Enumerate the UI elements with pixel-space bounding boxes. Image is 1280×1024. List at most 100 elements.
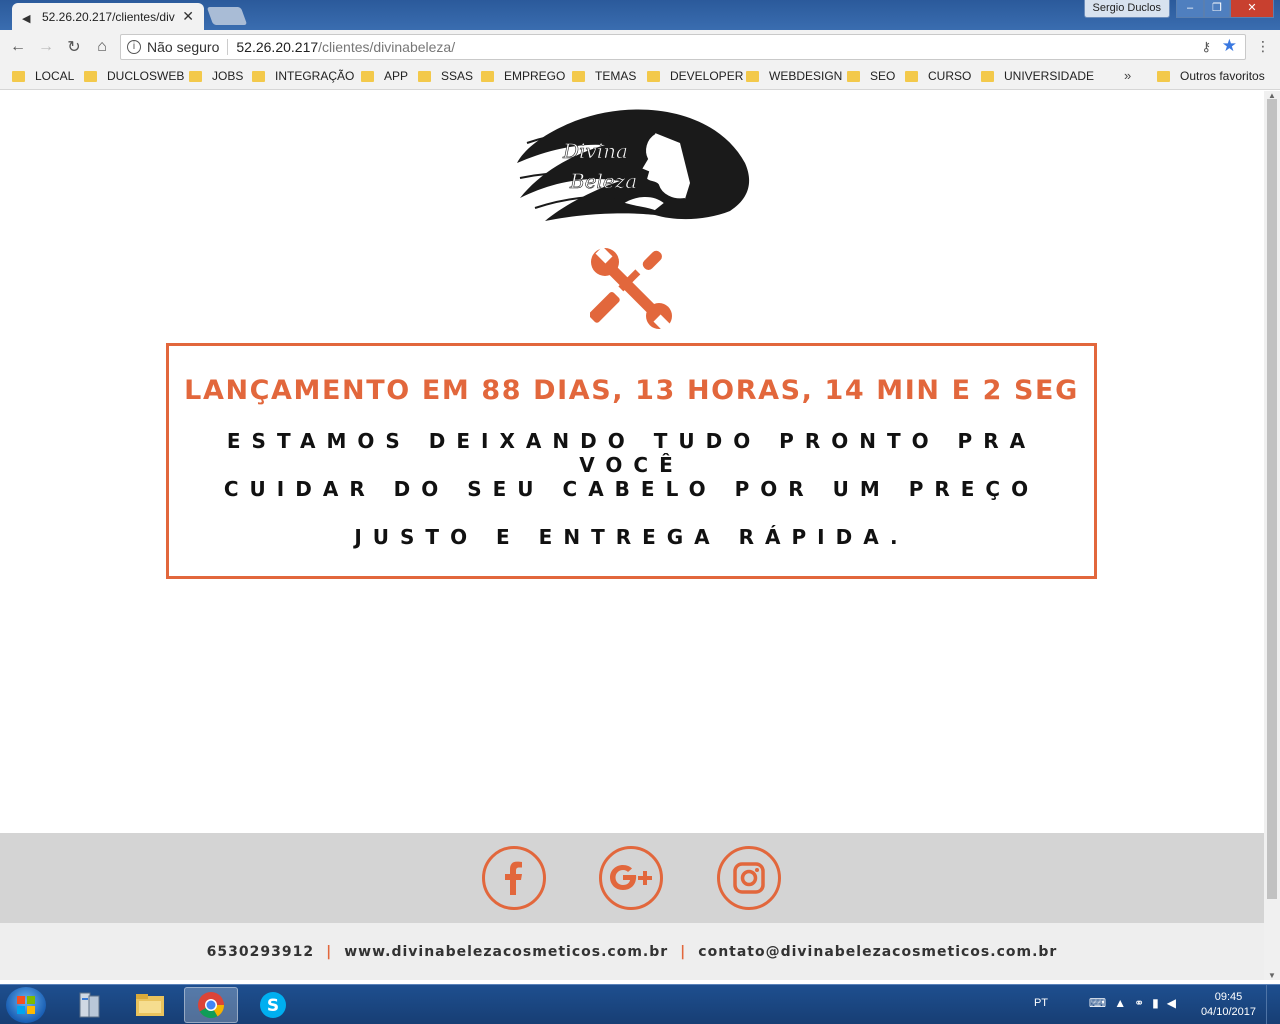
bookmark-label: APP: [384, 69, 409, 83]
bookmark-folder[interactable]: JOBS: [189, 69, 243, 83]
instagram-link[interactable]: [717, 846, 781, 910]
close-window-button[interactable]: ✕: [1230, 0, 1274, 18]
folder-icon: [136, 994, 164, 1016]
message-line: JUSTO E ENTREGA RÁPIDA.: [354, 525, 909, 549]
bookmark-label: EMPREGO: [504, 69, 566, 83]
bookmark-folder[interactable]: UNIVERSIDADE: [981, 69, 1094, 83]
bookmark-label: INTEGRAÇÃO: [275, 69, 355, 83]
bookmark-label: SSAS: [441, 69, 474, 83]
menu-icon[interactable]: ⋮: [1256, 38, 1270, 55]
email-link[interactable]: contato@divinabelezacosmeticos.com.br: [698, 944, 1057, 960]
folder-icon: [905, 70, 918, 82]
bookmark-folder[interactable]: WEBDESIGN: [746, 69, 842, 83]
folder-icon: [1157, 70, 1170, 82]
folder-icon: [12, 70, 25, 82]
tab-title: 52.26.20.217/clientes/div: [42, 9, 175, 24]
bookmark-folder[interactable]: DEVELOPER: [647, 69, 743, 83]
tab-close-icon[interactable]: ✕: [182, 8, 194, 25]
divina-beleza-logo: Divina Beleza: [517, 109, 750, 221]
bookmark-star-icon[interactable]: ★: [1222, 36, 1237, 56]
bookmark-label: DEVELOPER: [670, 69, 744, 83]
taskbar-app-server-manager[interactable]: [62, 987, 116, 1023]
info-icon[interactable]: i: [127, 40, 141, 54]
bookmark-folder[interactable]: SSAS: [418, 69, 473, 83]
maximize-button[interactable]: ❐: [1204, 0, 1230, 18]
bookmark-folder[interactable]: INTEGRAÇÃO: [252, 69, 354, 83]
chrome-icon: [198, 992, 225, 1019]
folder-icon: [847, 70, 860, 82]
bookmark-folder[interactable]: CURSO: [905, 69, 971, 83]
launch-countdown: LANÇAMENTO EM 88 DIAS, 13 HORAS, 14 MIN …: [184, 375, 1079, 406]
browser-toolbar: ← → ↻ ⌂ i Não seguro 52.26.20.217/client…: [0, 30, 1280, 64]
contact-footer: 6530293912 | www.divinabelezacosmeticos.…: [0, 923, 1264, 980]
folder-icon: [647, 70, 660, 82]
facebook-link[interactable]: [482, 846, 546, 910]
folder-icon: [481, 70, 494, 82]
page-favicon-icon: ◀: [22, 12, 31, 25]
language-indicator[interactable]: PT: [1034, 997, 1048, 1009]
forward-arrow-icon[interactable]: →: [32, 38, 60, 56]
server-manager-icon: [79, 992, 100, 1018]
key-icon[interactable]: ⚷: [1201, 39, 1211, 55]
google-plus-icon: [610, 865, 652, 890]
security-label[interactable]: Não seguro: [147, 39, 219, 55]
address-bar[interactable]: i Não seguro 52.26.20.217/clientes/divin…: [120, 34, 1246, 60]
bookmark-label: Outros favoritos: [1180, 69, 1265, 83]
more-bookmarks-button[interactable]: »: [1124, 68, 1131, 83]
clock[interactable]: 09:45 04/10/2017: [1201, 990, 1256, 1020]
start-button[interactable]: [6, 987, 46, 1023]
bookmark-folder[interactable]: TEMAS: [572, 69, 636, 83]
instagram-icon: [733, 862, 765, 894]
screen: ◀ 52.26.20.217/clientes/div ✕ Sergio Duc…: [0, 0, 1280, 1024]
bookmark-folder[interactable]: LOCAL: [12, 69, 74, 83]
message-line: CUIDAR DO SEU CABELO POR UM PREÇO: [223, 477, 1040, 501]
folder-icon: [572, 70, 585, 82]
folder-icon: [418, 70, 431, 82]
folder-icon: [361, 70, 374, 82]
folder-icon: [189, 70, 202, 82]
wrench-screwdriver-icon: [590, 246, 672, 330]
taskbar-app-skype[interactable]: S: [246, 987, 300, 1023]
announcement-box: LANÇAMENTO EM 88 DIAS, 13 HORAS, 14 MIN …: [166, 343, 1097, 579]
bookmark-label: DUCLOSWEB: [107, 69, 185, 83]
taskbar-app-chrome[interactable]: [184, 987, 238, 1023]
bookmark-folder[interactable]: EMPREGO: [481, 69, 565, 83]
show-desktop-button[interactable]: [1266, 985, 1280, 1024]
other-bookmarks-folder[interactable]: Outros favoritos: [1157, 69, 1265, 83]
back-arrow-icon[interactable]: ←: [4, 38, 32, 56]
footer-separator: |: [326, 943, 333, 960]
windows-taskbar: S PT ⌨▲⚭▮◀ 09:45 04/10/2017: [0, 984, 1280, 1024]
svg-text:S: S: [267, 996, 279, 1016]
bookmark-label: CURSO: [928, 69, 972, 83]
folder-icon: [84, 70, 97, 82]
reload-icon[interactable]: ↻: [60, 37, 88, 57]
social-footer: [0, 833, 1264, 923]
bookmark-label: WEBDESIGN: [769, 69, 843, 83]
browser-tab[interactable]: ◀ 52.26.20.217/clientes/div ✕: [12, 3, 204, 30]
url-path: /clientes/divinabeleza/: [318, 39, 456, 55]
bookmark-folder[interactable]: DUCLOSWEB: [84, 69, 184, 83]
minimize-button[interactable]: –: [1176, 0, 1204, 18]
scrollbar-thumb[interactable]: [1267, 99, 1277, 899]
google-plus-link[interactable]: [599, 846, 663, 910]
bookmark-folder[interactable]: SEO: [847, 69, 895, 83]
bookmark-label: TEMAS: [595, 69, 637, 83]
page-content: Divina Beleza LANÇAMENTO EM 88 DIAS, 13 …: [0, 91, 1264, 980]
title-bar: ◀ 52.26.20.217/clientes/div ✕ Sergio Duc…: [0, 0, 1280, 30]
scroll-down-arrow-icon[interactable]: ▼: [1268, 971, 1276, 980]
windows-logo-icon: [17, 996, 35, 1014]
message-line: ESTAMOS DEIXANDO TUDO PRONTO PRA VOCÊ: [226, 429, 1037, 477]
profile-button[interactable]: Sergio Duclos: [1083, 0, 1170, 18]
taskbar-app-file-explorer[interactable]: [123, 987, 177, 1023]
bookmark-label: JOBS: [212, 69, 244, 83]
bookmark-label: UNIVERSIDADE: [1004, 69, 1095, 83]
skype-icon: S: [260, 992, 286, 1018]
vertical-scrollbar[interactable]: ▲ ▼: [1264, 91, 1280, 980]
bookmark-label: LOCAL: [35, 69, 75, 83]
home-icon[interactable]: ⌂: [88, 38, 116, 56]
footer-separator: |: [680, 943, 687, 960]
tray-icons[interactable]: ⌨▲⚭▮◀: [1089, 996, 1184, 1010]
new-tab-button[interactable]: [206, 7, 248, 25]
bookmark-folder[interactable]: APP: [361, 69, 408, 83]
website-link[interactable]: www.divinabelezacosmeticos.com.br: [344, 944, 668, 960]
